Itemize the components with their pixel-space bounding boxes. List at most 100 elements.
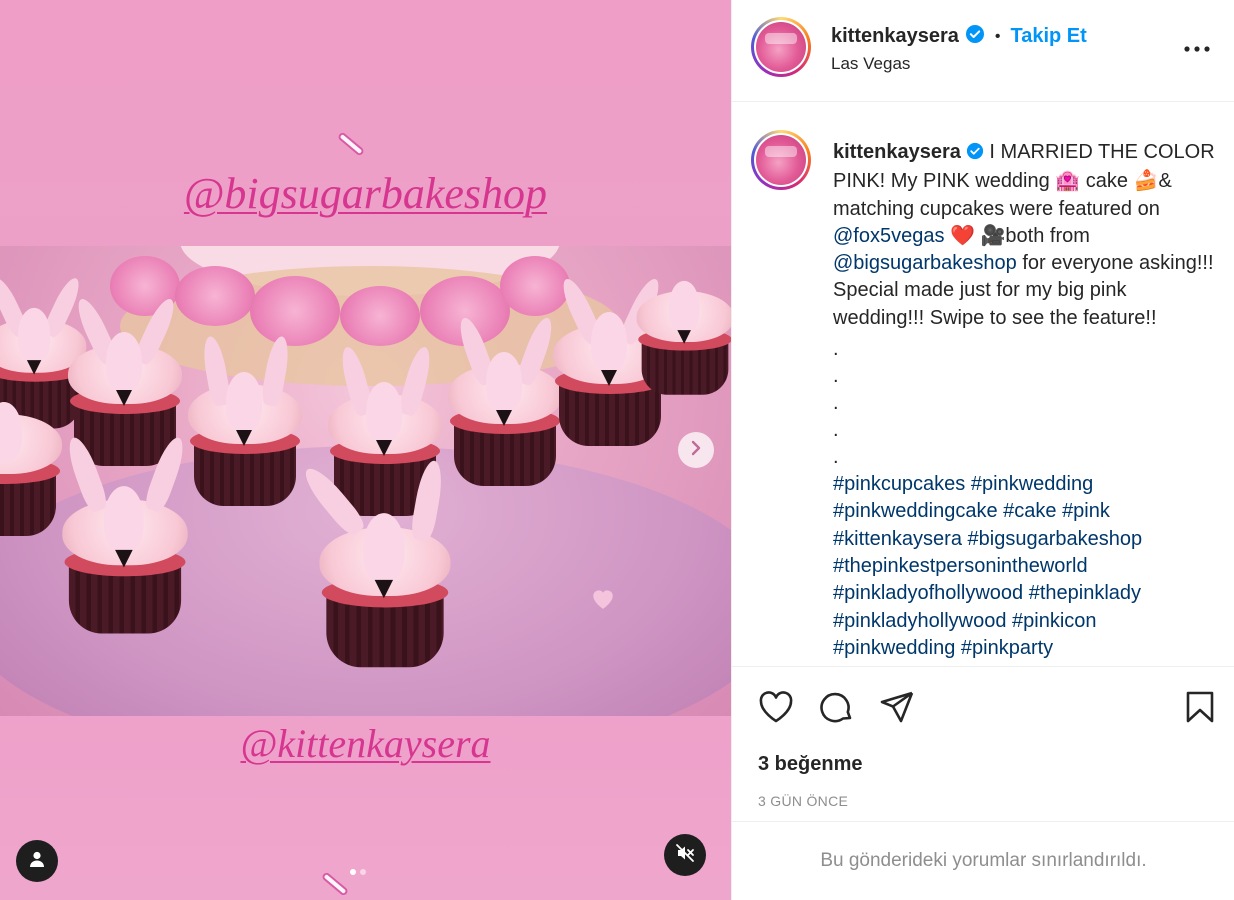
heart-sticker-icon — [590, 586, 616, 615]
carousel-next-button[interactable] — [678, 432, 714, 468]
cupcake-bird — [366, 382, 402, 442]
hashtag-link[interactable]: #thepinklady — [1029, 582, 1141, 604]
caption-username[interactable]: kittenkaysera — [833, 141, 961, 163]
hashtag-link[interactable]: #cake — [1003, 500, 1056, 522]
muted-speaker-icon — [675, 843, 695, 868]
hashtag-link[interactable]: #pinkwedding — [971, 473, 1093, 495]
post-caption: kittenkaysera I MARRIED THE COLOR PINK! … — [833, 139, 1217, 662]
cupcake — [298, 458, 460, 668]
cupcake-bird — [591, 312, 627, 372]
post-sidebar: kittenkaysera • Takip Et Las Vegas kitte… — [731, 0, 1234, 900]
audio-toggle-button[interactable] — [664, 834, 706, 876]
caption-dot: . — [833, 446, 839, 469]
cupcake-beak — [376, 440, 392, 456]
chevron-right-icon — [689, 440, 703, 461]
sprinkle-decoration — [336, 131, 366, 157]
hashtag-link[interactable]: #pinkparty — [961, 637, 1053, 659]
post-header: kittenkaysera • Takip Et Las Vegas — [732, 0, 1234, 102]
mention-link[interactable]: @fox5vegas — [833, 225, 944, 247]
avatar-image — [756, 22, 806, 72]
cupcakes-photo — [0, 246, 731, 716]
user-tag-button[interactable] — [16, 840, 58, 882]
carousel-indicator — [350, 869, 366, 875]
post-actions: 3 beğenme 3 GÜN ÖNCE — [732, 666, 1234, 821]
hashtag-link[interactable]: #pink — [1062, 500, 1110, 522]
caption-dot: . — [833, 392, 839, 415]
likes-count[interactable]: 3 beğenme — [758, 753, 862, 776]
cupcake-bird — [17, 307, 51, 362]
avatar-ring-inner — [754, 133, 808, 187]
cupcake-beak — [236, 430, 252, 446]
hashtag-link[interactable]: #pinkweddingcake — [833, 500, 998, 522]
carousel-dot — [360, 869, 366, 875]
share-icon — [879, 690, 915, 729]
media-overlay-bottom-text: @kittenkaysera — [240, 721, 491, 766]
caption-scroll-area[interactable]: kittenkaysera I MARRIED THE COLOR PINK! … — [732, 103, 1234, 666]
post-location[interactable]: Las Vegas — [831, 54, 910, 74]
hashtag-link[interactable]: #pinkladyofhollywood — [833, 582, 1023, 604]
cupcake-beak — [496, 410, 512, 426]
cupcake-beak — [116, 390, 132, 406]
header-separator: • — [994, 27, 1001, 45]
comments-limited-notice: Bu gönderideki yorumlar sınırlandırıldı. — [732, 821, 1234, 900]
cupcake-beak — [115, 549, 133, 568]
hashtag-link[interactable]: #pinkcupcakes — [833, 473, 965, 495]
caption-dot: . — [833, 338, 839, 361]
cupcake-beak — [601, 370, 617, 386]
hashtag-link[interactable]: #pinkwedding — [833, 637, 955, 659]
media-overlay-top-text: @bigsugarbakeshop — [183, 169, 548, 218]
flower — [340, 286, 420, 346]
cupcake-beak — [26, 360, 42, 375]
cupcake — [180, 334, 310, 506]
heart-icon — [758, 690, 794, 729]
avatar-ring-inner — [754, 20, 808, 74]
comment-icon — [819, 689, 855, 730]
header-username[interactable]: kittenkaysera — [831, 25, 959, 48]
hashtag-link[interactable]: #thepinkestpersonintheworld — [833, 555, 1088, 577]
cupcake-bird — [226, 372, 262, 432]
cupcake-beak — [677, 330, 691, 344]
cupcake-beak — [374, 579, 394, 599]
caption-dot: . — [833, 365, 839, 388]
cupcake-bird — [0, 402, 22, 462]
caption-avatar[interactable] — [751, 130, 811, 190]
cupcake — [630, 267, 731, 395]
caption-text: cake — [1080, 170, 1134, 193]
hashtag-link[interactable]: #pinkladyhollywood — [833, 610, 1006, 632]
cupcake-bird — [363, 513, 405, 583]
verified-badge-icon — [966, 141, 984, 168]
more-options-button[interactable] — [1177, 34, 1217, 62]
caption-emoji: 🍰 — [1133, 170, 1159, 193]
more-icon — [1184, 39, 1210, 57]
carousel-dot-active — [350, 869, 356, 875]
hashtag-link[interactable]: #pinkicon — [1012, 610, 1097, 632]
sprinkle-decoration — [320, 871, 350, 897]
user-tag-icon — [28, 850, 46, 873]
caption-emoji: ❤️ 🎥 — [944, 224, 1006, 247]
caption-text: both from — [1005, 224, 1090, 247]
header-name-row: kittenkaysera • Takip Et — [831, 24, 1087, 49]
cupcake-bird — [106, 332, 142, 392]
verified-badge-icon — [965, 24, 985, 49]
follow-button[interactable]: Takip Et — [1010, 25, 1086, 48]
bookmark-icon — [1185, 690, 1215, 729]
cupcake-bird — [486, 352, 522, 412]
caption-dot: . — [833, 419, 839, 442]
share-button[interactable] — [877, 689, 917, 729]
post-timestamp[interactable]: 3 GÜN ÖNCE — [758, 793, 848, 809]
post-media[interactable]: @bigsugarbakeshop @kittenkaysera — [0, 0, 731, 900]
mention-link[interactable]: @bigsugarbakeshop — [833, 252, 1017, 274]
hashtag-list: #pinkcupcakes #pinkwedding #pinkweddingc… — [833, 471, 1217, 662]
comment-button[interactable] — [817, 689, 857, 729]
avatar[interactable] — [751, 17, 811, 77]
cupcake — [54, 434, 197, 634]
hashtag-link[interactable]: #bigsugarbakeshop — [968, 528, 1143, 550]
flower — [250, 276, 340, 346]
caption-emoji: 🏩 — [1055, 170, 1081, 193]
hashtag-link[interactable]: #kittenkaysera — [833, 528, 962, 550]
like-button[interactable] — [756, 689, 796, 729]
cupcake-bird — [668, 280, 700, 332]
cupcake-bird — [104, 486, 144, 553]
save-button[interactable] — [1180, 689, 1220, 729]
avatar-image — [756, 135, 806, 185]
